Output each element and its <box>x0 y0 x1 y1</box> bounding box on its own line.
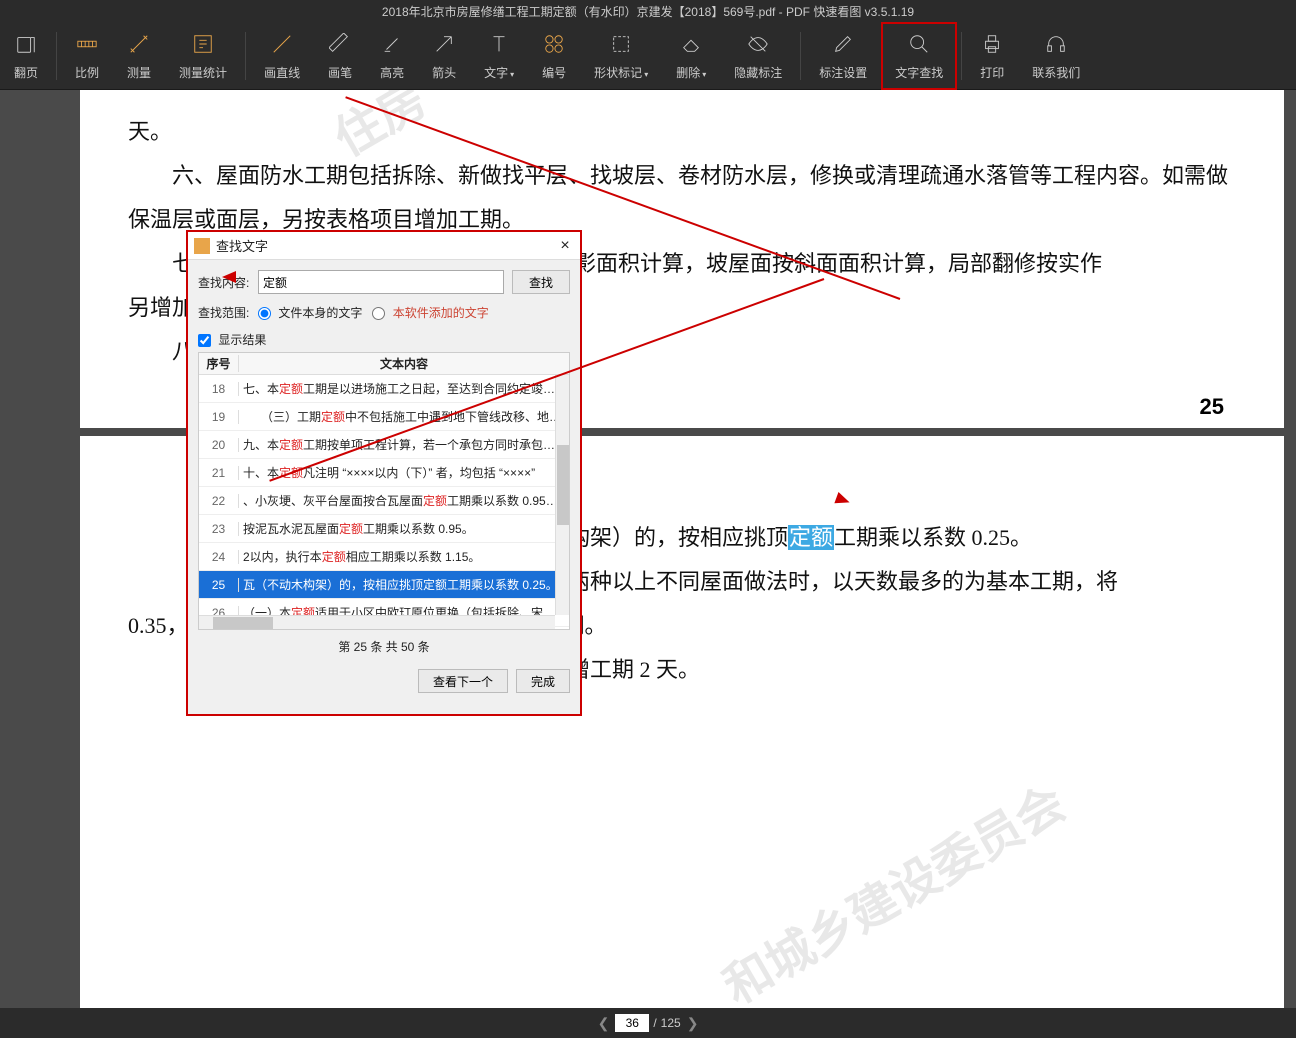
find-text-button[interactable]: 文字查找 <box>881 22 957 90</box>
result-row[interactable]: 21十、本定额凡注明 “××××以内（下）” 者，均包括 “××××” <box>199 459 569 487</box>
scope-radio-file[interactable]: 文件本身的文字 <box>258 304 362 321</box>
text-button[interactable]: 文字▾ <box>470 22 528 90</box>
app-title: 2018年北京市房屋修缮工程工期定额（有水印）京建发【2018】569号.pdf… <box>0 0 1296 22</box>
results-status: 第 25 条 共 50 条 <box>198 638 570 655</box>
delete-button[interactable]: 删除▾ <box>662 22 720 90</box>
measure-stats-button[interactable]: 测量统计 <box>165 22 241 90</box>
ruler-icon <box>76 30 98 58</box>
result-row[interactable]: 20九、本定额工期按单项工程计算，若一个承包方同时承包两个及 <box>199 431 569 459</box>
arrow-button[interactable]: 箭头 <box>418 22 470 90</box>
highlight-button[interactable]: 高亮 <box>366 22 418 90</box>
print-button[interactable]: 打印 <box>966 22 1018 90</box>
arrow-icon <box>433 30 455 58</box>
horizontal-scrollbar[interactable] <box>199 615 555 629</box>
find-text-dialog: 查找文字 × 查找内容: 查找 查找范围: 文件本身的文字 本软件添加的文字 显… <box>186 230 582 716</box>
search-scope-label: 查找范围: <box>198 304 258 321</box>
shape-button[interactable]: 形状标记▾ <box>580 22 662 90</box>
hide-annotation-button[interactable]: 隐藏标注 <box>720 22 796 90</box>
scale-button[interactable]: 比例 <box>61 22 113 90</box>
brush-button[interactable]: 画笔 <box>314 22 366 90</box>
result-row[interactable]: 25瓦（不动木构架）的，按相应挑顶定额工期乘以系数 0.25。 <box>199 571 569 599</box>
next-page-button[interactable]: ❯ <box>687 1015 699 1032</box>
search-icon <box>908 30 930 58</box>
highlight-icon <box>381 30 403 58</box>
done-button[interactable]: 完成 <box>516 669 570 693</box>
dialog-title: 查找文字 <box>216 236 268 255</box>
search-input[interactable] <box>258 270 504 294</box>
search-highlight: 定额 <box>788 525 834 550</box>
brush-icon <box>329 30 351 58</box>
page-number-input[interactable] <box>615 1014 649 1032</box>
text-icon <box>488 30 510 58</box>
result-row[interactable]: 19 （三）工期定额中不包括施工中遇到地下管线改移、地下障碍物 <box>199 403 569 431</box>
measure-icon <box>128 30 150 58</box>
headset-icon <box>1045 30 1067 58</box>
annotation-settings-button[interactable]: 标注设置 <box>805 22 881 90</box>
measure-button[interactable]: 测量 <box>113 22 165 90</box>
eraser-icon <box>680 30 702 58</box>
scope-radio-software[interactable]: 本软件添加的文字 <box>372 304 488 321</box>
eye-off-icon <box>747 30 769 58</box>
prev-page-button[interactable]: ❮ <box>598 1015 610 1032</box>
print-icon <box>981 30 1003 58</box>
show-results-checkbox[interactable]: 显示结果 <box>198 331 266 348</box>
vertical-scrollbar[interactable] <box>555 375 569 615</box>
col-header-text: 文本内容 <box>239 355 569 372</box>
flip-page-button[interactable]: 翻页 <box>0 22 52 90</box>
search-button[interactable]: 查找 <box>512 270 570 294</box>
app-icon <box>194 238 210 254</box>
contact-button[interactable]: 联系我们 <box>1018 22 1094 90</box>
footer-bar: ❮ / 125 ❯ <box>0 1008 1296 1038</box>
draw-line-button[interactable]: 画直线 <box>250 22 314 90</box>
number-button[interactable]: 编号 <box>528 22 580 90</box>
result-row[interactable]: 22、小灰埂、灰平台屋面按合瓦屋面定额工期乘以系数 0.95，干拄 <box>199 487 569 515</box>
result-row[interactable]: 18七、本定额工期是以进场施工之日起，至达到合同约定竣工验收 <box>199 375 569 403</box>
number-icon <box>543 30 565 58</box>
col-header-index: 序号 <box>199 355 239 372</box>
result-row[interactable]: 23按泥瓦水泥瓦屋面定额工期乘以系数 0.95。 <box>199 515 569 543</box>
close-icon[interactable]: × <box>550 237 580 255</box>
toolbar: 翻页 比例 测量 测量统计 画直线 画笔 高亮 箭头 文字▾ 编号 形状标记▾ <box>0 22 1296 90</box>
flip-icon <box>15 30 37 58</box>
stats-icon <box>192 30 214 58</box>
pen-settings-icon <box>832 30 854 58</box>
text-line: 六、屋面防水工期包括拆除、新做找平层、找坡层、卷材防水层，修换或清理疏通水落管等… <box>128 154 1236 242</box>
total-pages: 125 <box>661 1016 681 1030</box>
dialog-title-bar[interactable]: 查找文字 × <box>188 232 580 260</box>
find-next-button[interactable]: 查看下一个 <box>418 669 508 693</box>
result-row[interactable]: 242以内，执行本定额相应工期乘以系数 1.15。 <box>199 543 569 571</box>
text-line: 天。 <box>128 110 1236 154</box>
shape-icon <box>610 30 632 58</box>
results-table: 序号 文本内容 18七、本定额工期是以进场施工之日起，至达到合同约定竣工验收19… <box>198 352 570 630</box>
page-number: 25 <box>1200 394 1224 420</box>
line-icon <box>271 30 293 58</box>
